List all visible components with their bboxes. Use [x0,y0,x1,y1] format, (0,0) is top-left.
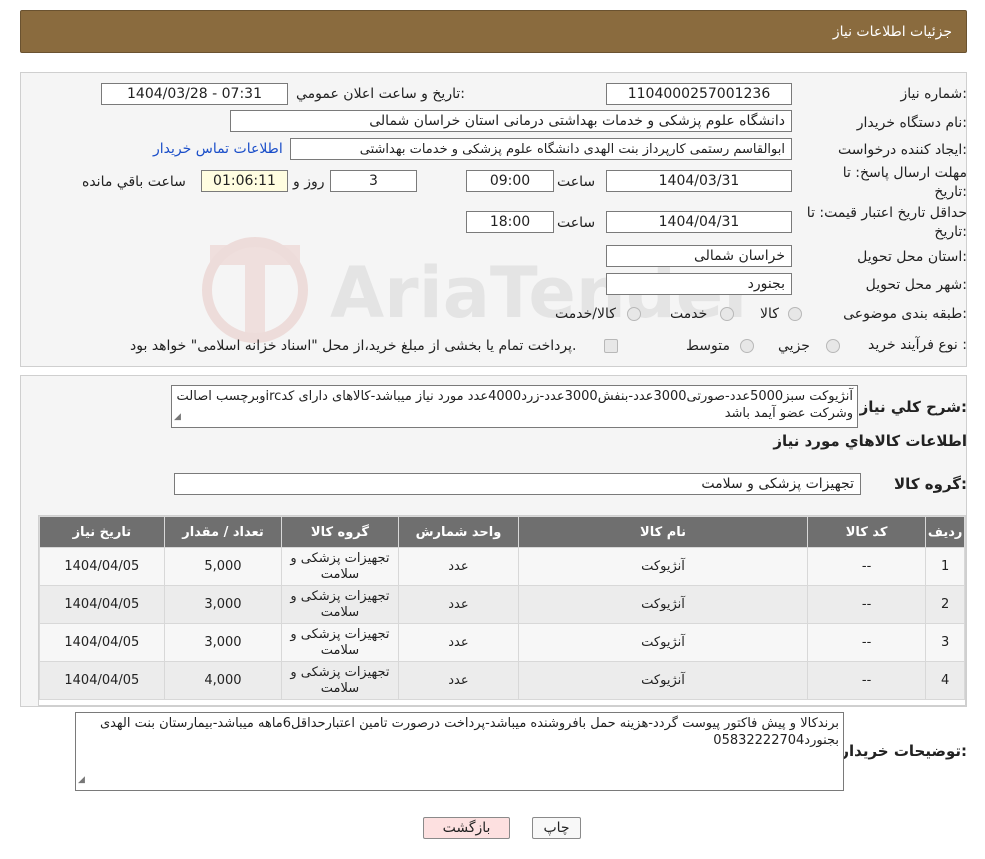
validity-date-field: 1404/04/31 [606,211,792,233]
cell-group: تجهیزات پزشکی و سلامت [281,585,399,624]
buyer-org-field: دانشگاه علوم پزشکی و خدمات بهداشتی درمان… [230,110,792,132]
table-row: 3 -- آنژیوکت عدد تجهیزات پزشکی و سلامت 3… [39,623,965,662]
buyer-contact-link[interactable]: اطلاعات تماس خريدار [153,141,283,157]
goods-section-title: اطلاعات کالاهاي مورد نياز [773,432,967,450]
description-label: شرح کلي نياز: [859,398,967,416]
cell-group: تجهیزات پزشکی و سلامت [281,661,399,700]
cell-row-number: 4 [925,661,965,700]
category-goods-radio[interactable] [788,307,802,321]
items-table-wrapper: رديف کد کالا نام کالا واحد شمارش گروه کا… [38,515,966,706]
category-goods-label: کالا [760,306,779,322]
col-header-row-number: رديف [925,516,965,548]
back-button[interactable]: بازگشت [423,817,510,839]
validity-label: حداقل تاريخ اعتبار قيمت: تا [806,205,967,221]
deadline-date-field: 1404/03/31 [606,170,792,192]
process-treasury-checkbox[interactable] [604,339,618,353]
days-label: روز و [293,174,325,190]
cell-row-number: 2 [925,585,965,624]
page-title: جزئیات اطلاعات نیاز [832,23,952,40]
deadline-label: مهلت ارسال پاسخ: تا [842,165,967,181]
process-label: نوع فرآيند خريد : [868,337,967,353]
need-number-label: شماره نیاز: [900,86,967,102]
cell-code: -- [806,661,927,700]
cell-unit: عدد [397,585,520,624]
cell-name: آنژیوکت [518,661,808,700]
goods-group-field: تجهیزات پزشکی و سلامت [174,473,861,495]
cell-group: تجهیزات پزشکی و سلامت [281,547,399,586]
print-button[interactable]: چاپ [532,817,581,839]
table-row: 1 -- آنژیوکت عدد تجهیزات پزشکی و سلامت 5… [39,547,965,586]
category-goods-service-label: کالا/خدمت [555,306,616,322]
creator-label: ايجاد کننده درخواست: [838,142,967,158]
resize-grip-icon[interactable]: ◢ [78,772,85,789]
cell-name: آنژیوکت [518,585,808,624]
cell-code: -- [806,547,927,586]
deadline-time-label: ساعت [557,174,596,190]
col-header-group: گروه کالا [281,516,399,548]
creator-field: ابوالقاسم رستمی کارپرداز بنت الهدی دانشگ… [290,138,792,160]
province-label: استان محل تحويل: [857,249,967,265]
cell-date: 1404/04/05 [39,547,165,586]
buyer-org-label: نام دستگاه خريدار: [856,115,967,131]
cell-code: -- [806,585,927,624]
buyer-notes-label: توضيحات خريدار: [840,742,967,760]
process-minor-label: جزيي [778,338,810,354]
cell-group: تجهیزات پزشکی و سلامت [281,623,399,662]
deadline-time-field: 09:00 [466,170,554,192]
category-service-label: خدمت [670,306,708,322]
cell-name: آنژیوکت [518,623,808,662]
cell-unit: عدد [397,547,520,586]
cell-quantity: 4,000 [163,661,283,700]
resize-grip-icon[interactable]: ◢ [174,409,181,426]
goods-group-label: گروه کالا: [894,475,967,493]
category-label: طبقه بندی موضوعی: [843,306,967,322]
process-medium-radio[interactable] [740,339,754,353]
col-header-quantity: تعداد / مقدار [163,516,283,548]
city-field: بجنورد [606,273,792,295]
deadline-label-date: تاريخ: [934,184,967,200]
buyer-notes-textarea[interactable]: برندکالا و پیش فاکتور پیوست گردد-هزینه ح… [75,712,844,791]
cell-quantity: 5,000 [163,547,283,586]
cell-quantity: 3,000 [163,585,283,624]
process-minor-radio[interactable] [826,339,840,353]
need-number-field: 1104000257001236 [606,83,792,105]
col-header-unit: واحد شمارش [397,516,520,548]
description-textarea[interactable]: آنژیوکت سبز5000عدد-صورتی3000عدد-بنفش3000… [171,385,858,428]
cell-date: 1404/04/05 [39,585,165,624]
remaining-label: ساعت باقي مانده [82,174,186,190]
col-header-name: نام کالا [518,516,808,548]
cell-code: -- [806,623,927,662]
days-field: 3 [330,170,417,192]
items-table: رديف کد کالا نام کالا واحد شمارش گروه کا… [39,516,965,700]
table-header-row: رديف کد کالا نام کالا واحد شمارش گروه کا… [39,516,965,548]
cell-name: آنژیوکت [518,547,808,586]
cell-unit: عدد [397,623,520,662]
process-note: پرداخت تمام یا بخشی از مبلغ خرید،از محل … [130,338,577,354]
cell-unit: عدد [397,661,520,700]
city-label: شهر محل تحويل: [865,277,967,293]
cell-quantity: 3,000 [163,623,283,662]
announce-label: تاریخ و ساعت اعلان عمومي: [296,86,465,102]
announce-field: 1404/03/28 - 07:31 [101,83,288,105]
province-field: خراسان شمالی [606,245,792,267]
col-header-date: تاريخ نياز [39,516,165,548]
validity-time-field: 18:00 [466,211,554,233]
category-service-radio[interactable] [720,307,734,321]
remaining-time-field: 01:06:11 [201,170,288,192]
page-header: جزئیات اطلاعات نیاز [20,10,967,53]
table-row: 4 -- آنژیوکت عدد تجهیزات پزشکی و سلامت 4… [39,661,965,700]
cell-row-number: 3 [925,623,965,662]
cell-date: 1404/04/05 [39,661,165,700]
validity-time-label: ساعت [557,215,596,231]
category-goods-service-radio[interactable] [627,307,641,321]
description-text: آنژیوکت سبز5000عدد-صورتی3000عدد-بنفش3000… [176,389,853,421]
buyer-notes-text: برندکالا و پیش فاکتور پیوست گردد-هزینه ح… [99,716,839,748]
col-header-code: کد کالا [806,516,927,548]
cell-row-number: 1 [925,547,965,586]
cell-date: 1404/04/05 [39,623,165,662]
validity-label-date: تاريخ: [934,224,967,240]
process-medium-label: متوسط [686,338,730,354]
table-row: 2 -- آنژیوکت عدد تجهیزات پزشکی و سلامت 3… [39,585,965,624]
